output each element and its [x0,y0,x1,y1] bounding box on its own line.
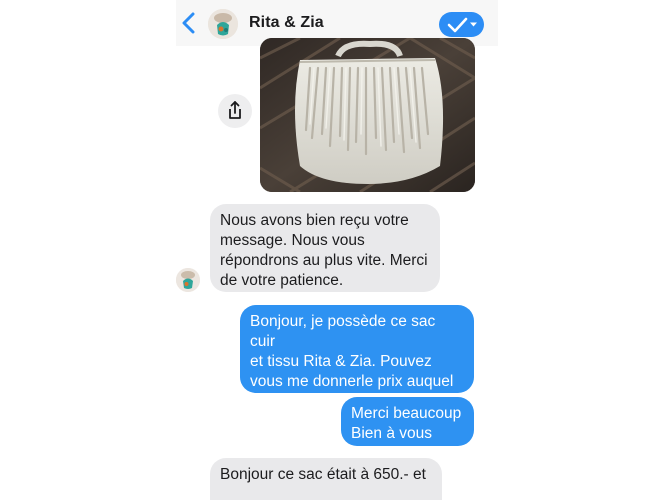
incoming-message[interactable]: Nous avons bien reçu votre message. Nous… [210,204,440,292]
chevron-left-icon[interactable] [180,12,198,34]
share-icon[interactable] [218,94,252,128]
contact-avatar[interactable] [208,9,238,39]
outgoing-message[interactable]: Bonjour, je possède ce sac cuir et tissu… [240,305,474,430]
chat-screen: Rita & Zia Nous avons bien reçu votre me… [176,0,498,500]
bag-photo[interactable] [260,38,475,192]
contact-avatar-small[interactable] [176,268,200,292]
contact-name[interactable]: Rita & Zia [249,14,324,32]
checkmark-dropdown-button[interactable] [439,12,484,37]
incoming-message[interactable]: Bonjour ce sac était à 650.- et [210,458,442,500]
outgoing-message[interactable]: Merci beaucoup Bien à vous [341,397,474,446]
